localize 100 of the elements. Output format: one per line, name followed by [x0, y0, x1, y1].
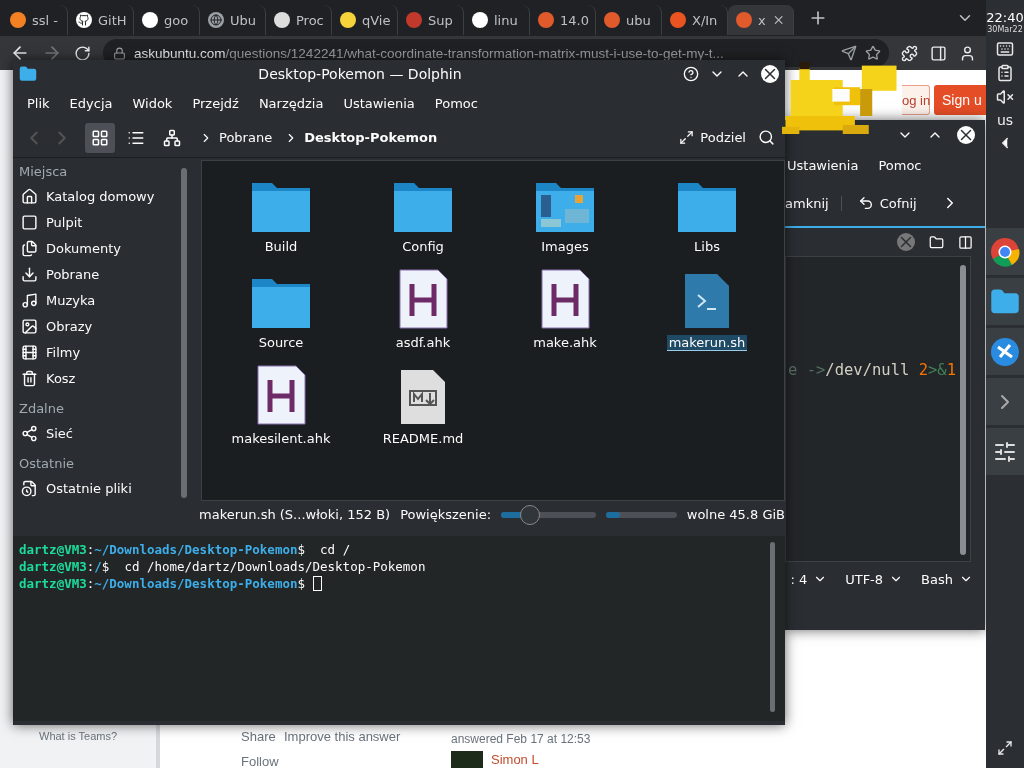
improve-answer-link[interactable]: Improve this answer	[284, 729, 401, 744]
browser-tab[interactable]: 14.0	[530, 5, 596, 35]
close-icon[interactable]	[761, 65, 779, 83]
scrollbar[interactable]	[181, 168, 187, 498]
split-view-icon[interactable]	[958, 234, 973, 250]
file-name[interactable]: Source	[256, 335, 306, 351]
places-item[interactable]: Pulpit	[19, 209, 191, 235]
dock-item[interactable]	[986, 328, 1024, 375]
film-icon	[21, 343, 38, 361]
menu-item[interactable]: Edycja	[59, 95, 123, 111]
scrollbar[interactable]	[770, 542, 775, 712]
keyboard-icon[interactable]	[996, 40, 1014, 58]
status-dropdown[interactable]: : 4	[790, 571, 828, 587]
status-dropdown[interactable]: UTF-8	[845, 571, 904, 587]
places-item[interactable]: Ostatnie pliki	[19, 475, 191, 501]
dock-item[interactable]	[986, 428, 1024, 475]
browser-tab[interactable]: ubu	[596, 5, 662, 35]
side-panel-icon[interactable]	[930, 44, 947, 62]
github-favicon-icon	[76, 12, 92, 28]
places-item[interactable]: Obrazy	[19, 313, 191, 339]
close-icon[interactable]	[957, 126, 975, 144]
desktop-icon	[21, 213, 38, 231]
download-icon	[21, 265, 38, 283]
disk-space-bar	[606, 511, 677, 518]
menu-item[interactable]: Przejdź	[182, 95, 249, 111]
file-name[interactable]: makerun.sh	[666, 335, 748, 351]
network-icon	[21, 424, 38, 442]
teams-link[interactable]: What is Teams?	[39, 730, 118, 742]
places-item[interactable]: Filmy	[19, 339, 191, 365]
terminal-file-icon	[684, 273, 730, 329]
file-name[interactable]: make.ahk	[531, 335, 599, 351]
places-item[interactable]: Kosz	[19, 365, 191, 391]
breadcrumb-item[interactable]: Pobrane	[219, 130, 273, 145]
extensions-icon[interactable]	[901, 44, 918, 62]
status-text: makerun.sh (S...włoki, 152 B)	[199, 507, 391, 522]
file-name[interactable]: README.md	[380, 431, 466, 447]
terminal-line: dartz@VM3:/$ cd /home/dartz/Downloads/Desktop-Pokemon	[19, 559, 427, 576]
close-tab-icon[interactable]	[897, 233, 915, 251]
menu-item[interactable]: Plik	[17, 95, 60, 111]
ahk-file-icon	[256, 365, 306, 425]
file-name[interactable]: Libs	[692, 239, 722, 255]
reload-icon[interactable]	[74, 44, 91, 62]
places-item[interactable]: Muzyka	[19, 287, 191, 313]
help-icon[interactable]	[683, 66, 699, 82]
search-icon[interactable]	[758, 129, 775, 146]
share-link[interactable]: Share	[241, 729, 276, 744]
browser-tab[interactable]: x	[728, 5, 794, 35]
menu-item[interactable]: Widok	[122, 95, 183, 111]
app-folder-icon	[19, 65, 37, 83]
file-name[interactable]: makesilent.ahk	[229, 431, 333, 447]
toolbar-button[interactable]: Cofnij	[851, 195, 923, 211]
browser-tab[interactable]: goo	[134, 5, 200, 35]
file-name[interactable]: asdf.ahk	[393, 335, 453, 351]
browser-tab[interactable]: Proc	[266, 5, 332, 35]
scrollbar[interactable]	[960, 265, 966, 555]
file-name[interactable]: Build	[262, 239, 300, 255]
breadcrumb-item[interactable]: Desktop-Pokemon	[304, 130, 438, 145]
status-dropdown[interactable]: Bash	[921, 571, 973, 587]
login-button[interactable]: og in	[902, 85, 930, 115]
browser-tab[interactable]: Ubu	[200, 5, 266, 35]
browser-tab[interactable]: linu	[464, 5, 530, 35]
clock-date: 30Mar22	[987, 25, 1023, 34]
dock-item[interactable]	[986, 278, 1024, 325]
view-mode-button[interactable]	[85, 122, 115, 153]
user-link[interactable]: Simon L	[491, 752, 539, 767]
keyboard-layout[interactable]: us	[996, 112, 1014, 128]
menu-item[interactable]: Pomoc	[868, 157, 932, 173]
undo-icon	[857, 195, 874, 211]
globe-favicon-icon	[208, 12, 224, 28]
file-name[interactable]: Config	[400, 239, 446, 255]
answered-date: answered Feb 17 at 12:53	[451, 732, 591, 746]
bookmark-star-icon[interactable]	[865, 45, 881, 61]
flask-favicon-icon	[406, 12, 422, 28]
browser-tab[interactable]: ssl -	[2, 5, 68, 35]
places-item[interactable]: Pobrane	[19, 261, 191, 287]
browser-tab[interactable]: qVie	[332, 5, 398, 35]
muted-speaker-icon[interactable]	[996, 88, 1014, 106]
zoom-slider[interactable]	[501, 503, 597, 526]
menu-item[interactable]: Ustawienia	[333, 95, 425, 111]
profile-icon[interactable]	[959, 44, 976, 62]
corner-icon[interactable]	[997, 740, 1013, 756]
send-icon[interactable]	[841, 45, 857, 61]
folder-icon[interactable]	[929, 234, 944, 250]
menu-item[interactable]: Ustawienia	[787, 157, 869, 173]
tree-view-icon	[163, 128, 181, 147]
clipboard-icon[interactable]	[996, 64, 1014, 82]
browser-tab[interactable]: GitH	[68, 5, 134, 35]
places-item[interactable]: Dokumenty	[19, 235, 191, 261]
menu-item[interactable]: Pomoc	[424, 95, 488, 111]
menu-item[interactable]: Narzędzia	[248, 95, 334, 111]
file-name[interactable]: Images	[539, 239, 591, 255]
dock-item[interactable]	[986, 228, 1024, 275]
split-button[interactable]: Podziel	[673, 130, 752, 145]
browser-tab[interactable]: Sup	[398, 5, 464, 35]
places-item[interactable]: Katalog domowy	[19, 183, 191, 209]
image-icon	[21, 317, 38, 335]
signup-button[interactable]: Sign u	[934, 85, 986, 115]
follow-link[interactable]: Follow	[241, 754, 279, 768]
places-item[interactable]: Sieć	[19, 420, 191, 446]
free-space-text: wolne 45.8 GiB	[686, 507, 785, 522]
